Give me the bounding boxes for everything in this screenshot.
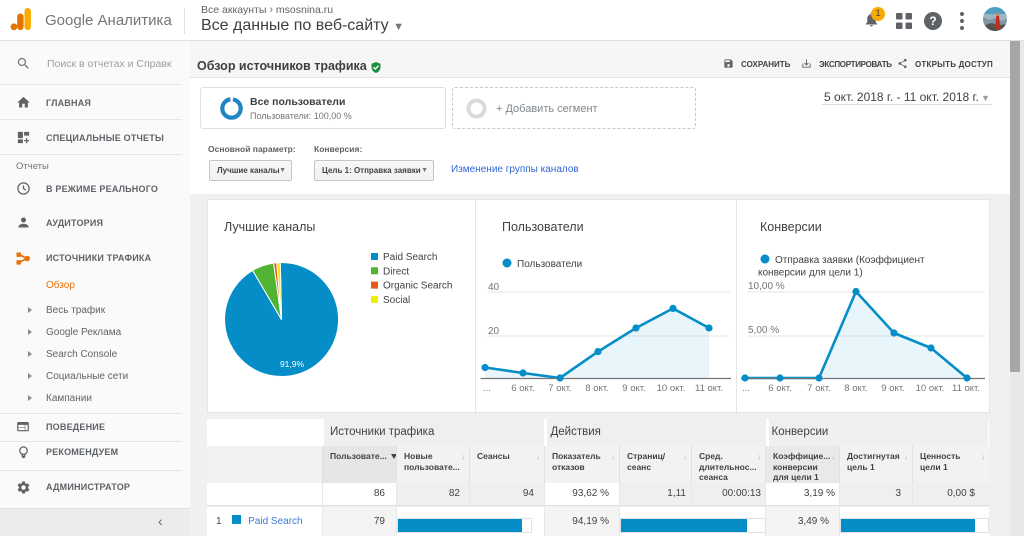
svg-text:Social: Social xyxy=(383,295,410,306)
svg-text:11 окт.: 11 окт. xyxy=(695,383,723,394)
svg-text:8 окт.: 8 окт. xyxy=(844,383,867,394)
svg-text:6 окт.: 6 окт. xyxy=(768,383,791,394)
svg-text:...: ... xyxy=(742,383,750,394)
svg-text:7 окт.: 7 окт. xyxy=(548,383,571,394)
svg-text:11 окт.: 11 окт. xyxy=(952,383,980,394)
svg-text:8 окт.: 8 окт. xyxy=(585,383,608,394)
svg-text:5,00 %: 5,00 % xyxy=(748,325,779,336)
svg-text:10,00 %: 10,00 % xyxy=(748,281,785,292)
svg-text:40: 40 xyxy=(488,282,500,293)
svg-text:...: ... xyxy=(483,383,491,394)
svg-text:Direct: Direct xyxy=(383,266,409,277)
svg-text:7 окт.: 7 окт. xyxy=(807,383,830,394)
svg-text:10 окт.: 10 окт. xyxy=(916,383,945,394)
svg-text:Paid Search: Paid Search xyxy=(383,252,437,263)
svg-text:9 окт.: 9 окт. xyxy=(881,383,904,394)
svg-text:6 окт.: 6 окт. xyxy=(511,383,534,394)
svg-text:91,9%: 91,9% xyxy=(280,359,305,369)
svg-text:конверсии для цели 1): конверсии для цели 1) xyxy=(758,268,863,279)
svg-text:Organic Search: Organic Search xyxy=(383,281,452,292)
svg-text:10 окт.: 10 окт. xyxy=(657,383,686,394)
svg-text:20: 20 xyxy=(488,326,500,337)
svg-text:9 окт.: 9 окт. xyxy=(622,383,645,394)
svg-text:Отправка заявки (Коэффициент: Отправка заявки (Коэффициент xyxy=(775,254,925,266)
svg-text:Пользователи: Пользователи xyxy=(517,259,582,270)
